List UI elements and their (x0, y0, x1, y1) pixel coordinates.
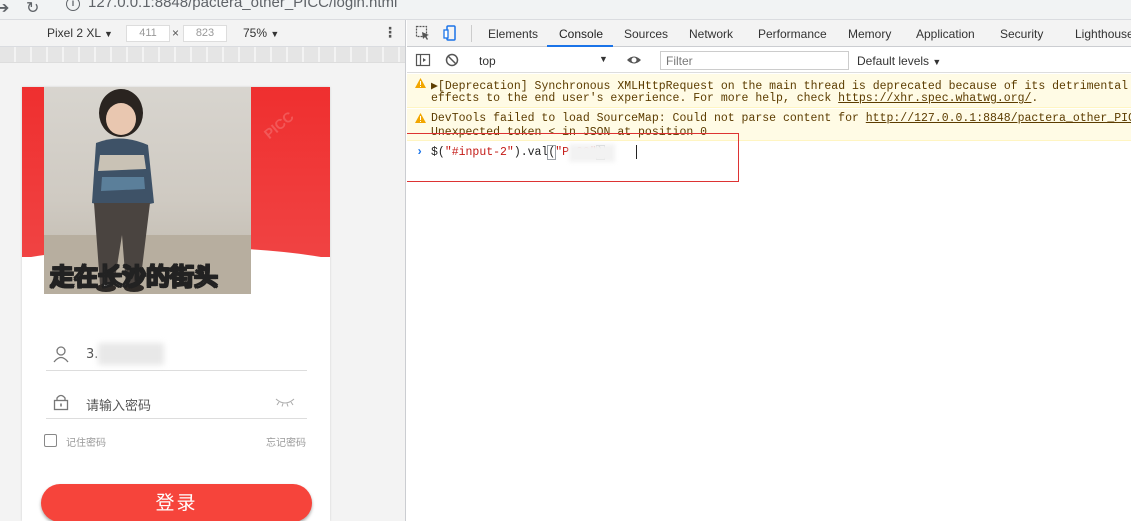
dimension-separator: × (172, 26, 180, 40)
tab-network[interactable]: Network (689, 27, 733, 41)
device-toolbar: Pixel 2 XL ▼ 411 × 823 75% ▼ ⋮ (0, 20, 405, 47)
phone-screen: PICC 走在长沙的街头 3. 请输入密码 记住密码 忘记密码 登录 (22, 87, 330, 521)
user-icon (53, 346, 69, 363)
username-field[interactable]: 3. (46, 339, 307, 371)
toolbar-divider (471, 25, 472, 42)
media-query-ruler[interactable] (0, 47, 405, 63)
device-emulator-pane: Pixel 2 XL ▼ 411 × 823 75% ▼ ⋮ PICC 走在长沙… (0, 20, 406, 521)
dropdown-arrow-icon: ▼ (932, 57, 942, 67)
password-field[interactable]: 请输入密码 (46, 387, 307, 419)
redacted-username (98, 343, 164, 365)
log-levels-select[interactable]: Default levels ▼ (857, 54, 941, 68)
sourcemap-link[interactable]: http://127.0.0.1:8848/pactera_other_PICC… (866, 112, 1131, 125)
tab-lighthouse[interactable]: Lighthouse (1075, 27, 1131, 41)
eye-icon[interactable] (626, 52, 642, 68)
remember-label: 记住密码 (66, 438, 106, 449)
eye-closed-icon[interactable] (275, 397, 295, 407)
more-options-icon[interactable]: ⋮ (383, 24, 397, 41)
filter-input[interactable] (661, 52, 848, 69)
xhr-spec-link[interactable]: https://xhr.spec.whatwg.org/ (838, 92, 1031, 105)
warning-text: ▶[Deprecation] Synchronous XMLHttpReques… (431, 80, 1129, 93)
warning-icon (415, 113, 426, 123)
forgot-password-link[interactable]: 忘记密码 (266, 434, 306, 449)
tab-memory[interactable]: Memory (848, 27, 891, 41)
device-name: Pixel 2 XL (47, 26, 101, 40)
tab-performance[interactable]: Performance (758, 27, 827, 41)
tab-console[interactable]: Console (559, 27, 603, 41)
photo-caption: 走在长沙的街头 (50, 263, 219, 292)
devtools-tabbar: Elements Console Sources Network Perform… (407, 20, 1131, 47)
width-input[interactable]: 411 (126, 25, 170, 42)
reload-icon[interactable]: ↻ (26, 0, 39, 18)
inspect-element-icon[interactable] (415, 25, 431, 41)
info-icon[interactable]: i (66, 0, 80, 11)
device-toggle-icon[interactable] (443, 25, 459, 41)
warning-text-continued: effects to the end user's experience. Fo… (431, 92, 1038, 105)
browser-address-bar: ➔ ↻ i 127.0.0.1:8848/pactera_other_PICC/… (0, 0, 1131, 20)
lock-icon (53, 394, 69, 411)
show-sidebar-icon[interactable] (415, 52, 431, 68)
tab-sources[interactable]: Sources (624, 27, 668, 41)
zoom-select[interactable]: 75% ▼ (243, 26, 279, 40)
warning-text-part: DevTools failed to load SourceMap: Could… (431, 112, 866, 125)
tab-application[interactable]: Application (916, 27, 975, 41)
dropdown-arrow-icon: ▼ (103, 29, 113, 39)
username-value: 3. (86, 347, 99, 362)
password-placeholder: 请输入密码 (86, 399, 152, 414)
warning-text-part: effects to the end user's experience. Fo… (431, 92, 839, 105)
dropdown-arrow-icon: ▼ (270, 29, 280, 39)
tab-security[interactable]: Security (1000, 27, 1043, 41)
devtools-panel: Elements Console Sources Network Perform… (407, 20, 1131, 521)
console-toolbar: top ▼ Default levels ▼ (407, 48, 1131, 73)
device-select[interactable]: Pixel 2 XL ▼ (47, 26, 113, 40)
active-tab-indicator (547, 45, 613, 47)
context-select[interactable]: top (479, 54, 496, 68)
console-warning: ▶[Deprecation] Synchronous XMLHttpReques… (407, 74, 1131, 108)
zoom-value: 75% (243, 26, 268, 40)
filter-box (660, 51, 849, 70)
remember-checkbox[interactable] (44, 434, 57, 447)
warning-text: DevTools failed to load SourceMap: Could… (431, 112, 1131, 125)
height-input[interactable]: 823 (183, 25, 227, 42)
forward-arrow-icon[interactable]: ➔ (0, 0, 9, 18)
warning-icon (415, 78, 426, 88)
clear-console-icon[interactable] (444, 52, 460, 68)
tab-elements[interactable]: Elements (488, 27, 538, 41)
login-button[interactable]: 登录 (41, 484, 312, 521)
url-text[interactable]: 127.0.0.1:8848/pactera_other_PICC/login.… (88, 0, 397, 11)
log-levels-label: Default levels (857, 54, 930, 68)
highlight-annotation-box (407, 133, 739, 182)
hero-photo: 走在长沙的街头 (44, 87, 251, 294)
warning-text-part: . (1031, 92, 1039, 105)
dropdown-arrow-icon: ▼ (599, 54, 608, 64)
